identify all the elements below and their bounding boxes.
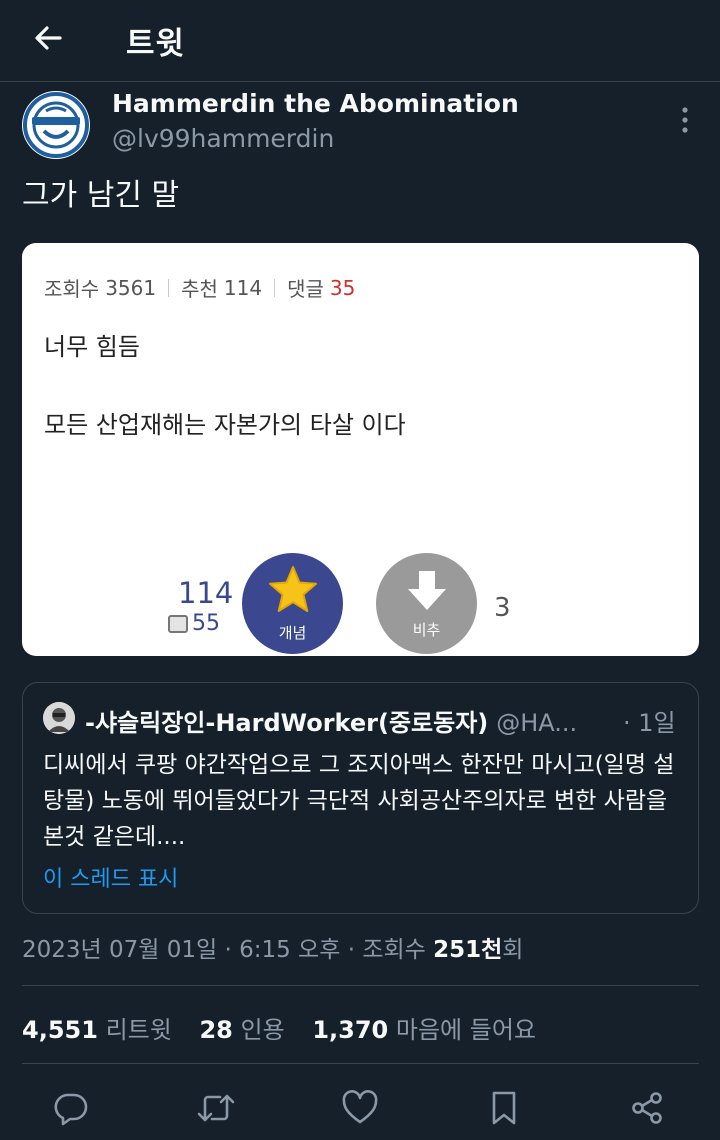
reply-icon xyxy=(54,1093,88,1126)
retweet-icon xyxy=(197,1094,235,1122)
downvote-button[interactable]: 비추 xyxy=(376,553,477,654)
avatar[interactable] xyxy=(22,91,90,159)
upvote-button[interactable]: 개념 xyxy=(242,553,343,654)
more-vertical-icon xyxy=(682,107,688,133)
action-bar xyxy=(0,1080,720,1136)
quotes-stat[interactable]: 28 인용 xyxy=(199,1016,304,1044)
fixed-user-icon xyxy=(168,614,188,633)
views-label: 조회수 xyxy=(44,277,100,301)
quote-text: 디씨에서 쿠팡 야간작업으로 그 조지아맥스 한잔만 마시고(일명 설탕물) 노… xyxy=(43,752,675,850)
post-stats: 조회수 3561 추천 114 댓글 35 xyxy=(44,273,355,302)
tweet-image[interactable]: 조회수 3561 추천 114 댓글 35 너무 힘듬 모든 산업재해는 자본가… xyxy=(22,243,699,656)
comments-label: 댓글 xyxy=(287,277,324,301)
show-thread-link[interactable]: 이 스레드 표시 xyxy=(43,861,178,893)
share-icon xyxy=(632,1092,662,1124)
divider xyxy=(22,985,699,986)
quotes-label: 인용 xyxy=(240,1016,285,1044)
tweet-meta: 2023년 07월 01일 · 6:15 오후 · 조회수 251천회 xyxy=(22,930,523,964)
author-name[interactable]: Hammerdin the Abomination xyxy=(112,89,519,118)
author-handle[interactable]: @lv99hammerdin xyxy=(112,124,334,153)
retweet-button[interactable] xyxy=(194,1086,238,1130)
views-suffix: 회 xyxy=(502,937,524,963)
divider xyxy=(22,1063,699,1064)
likes-stat[interactable]: 1,370 마음에 들어요 xyxy=(312,1016,536,1044)
reply-button[interactable] xyxy=(49,1086,93,1130)
bookmark-icon xyxy=(492,1091,516,1125)
upvote-count: 114 xyxy=(178,576,234,610)
recommend-label: 추천 xyxy=(181,277,218,301)
downvote-count: 3 xyxy=(494,593,511,623)
divider xyxy=(168,278,170,297)
divider xyxy=(274,278,276,297)
views-count: 3561 xyxy=(105,275,157,300)
likes-count: 1,370 xyxy=(312,1016,389,1044)
post-text-line: 모든 산업재해는 자본가의 타살 이다 xyxy=(44,411,406,439)
quote-header: -샤슬릭장인-HardWorker(중로동자) @HA... · 1일 xyxy=(85,703,685,738)
quote-author-name: -샤슬릭장인-HardWorker(중로동자) xyxy=(85,709,489,737)
tweet-text: 그가 남긴 말 xyxy=(22,178,180,213)
retweets-count: 4,551 xyxy=(22,1016,98,1044)
fixed-upvote-count: 55 xyxy=(168,611,220,636)
share-button[interactable] xyxy=(625,1086,669,1130)
back-button[interactable] xyxy=(22,14,74,62)
tweet-datetime: 2023년 07월 01일 · 6:15 오후 · 조회수 xyxy=(22,937,434,963)
likes-label: 마음에 들어요 xyxy=(395,1016,536,1044)
back-arrow-icon xyxy=(35,26,62,50)
quote-avatar xyxy=(43,702,75,734)
more-options-button[interactable] xyxy=(668,100,702,140)
upvote-label: 개념 xyxy=(278,624,307,642)
like-button[interactable] xyxy=(338,1086,382,1130)
comments-count: 35 xyxy=(329,275,356,300)
star-icon xyxy=(268,566,317,612)
heart-icon xyxy=(342,1090,378,1124)
user-avatar-icon xyxy=(43,702,75,734)
tweet-views[interactable]: 251천 xyxy=(433,937,502,963)
quote-author-handle: @HA... xyxy=(496,709,578,737)
quoted-tweet[interactable]: -샤슬릭장인-HardWorker(중로동자) @HA... · 1일 디씨에서 … xyxy=(22,682,699,914)
fixed-upvote-value: 55 xyxy=(192,611,220,636)
downvote-label: 비추 xyxy=(412,621,441,639)
quote-time: · 1일 xyxy=(623,709,676,737)
quotes-count: 28 xyxy=(199,1016,233,1044)
retweets-stat[interactable]: 4,551 리트윗 xyxy=(22,1016,192,1044)
recommend-count: 114 xyxy=(223,275,263,300)
down-arrow-icon xyxy=(407,571,446,610)
page-title: 트윗 xyxy=(126,26,186,62)
retweets-label: 리트윗 xyxy=(105,1016,172,1044)
post-text-line: 너무 힘듬 xyxy=(44,333,140,361)
engagement-counts: 4,551 리트윗 28 인용 1,370 마음에 들어요 xyxy=(22,1010,536,1045)
top-bar: 트윗 xyxy=(0,0,720,82)
bookmark-button[interactable] xyxy=(482,1086,526,1130)
laughing-man-logo-icon xyxy=(23,92,89,158)
